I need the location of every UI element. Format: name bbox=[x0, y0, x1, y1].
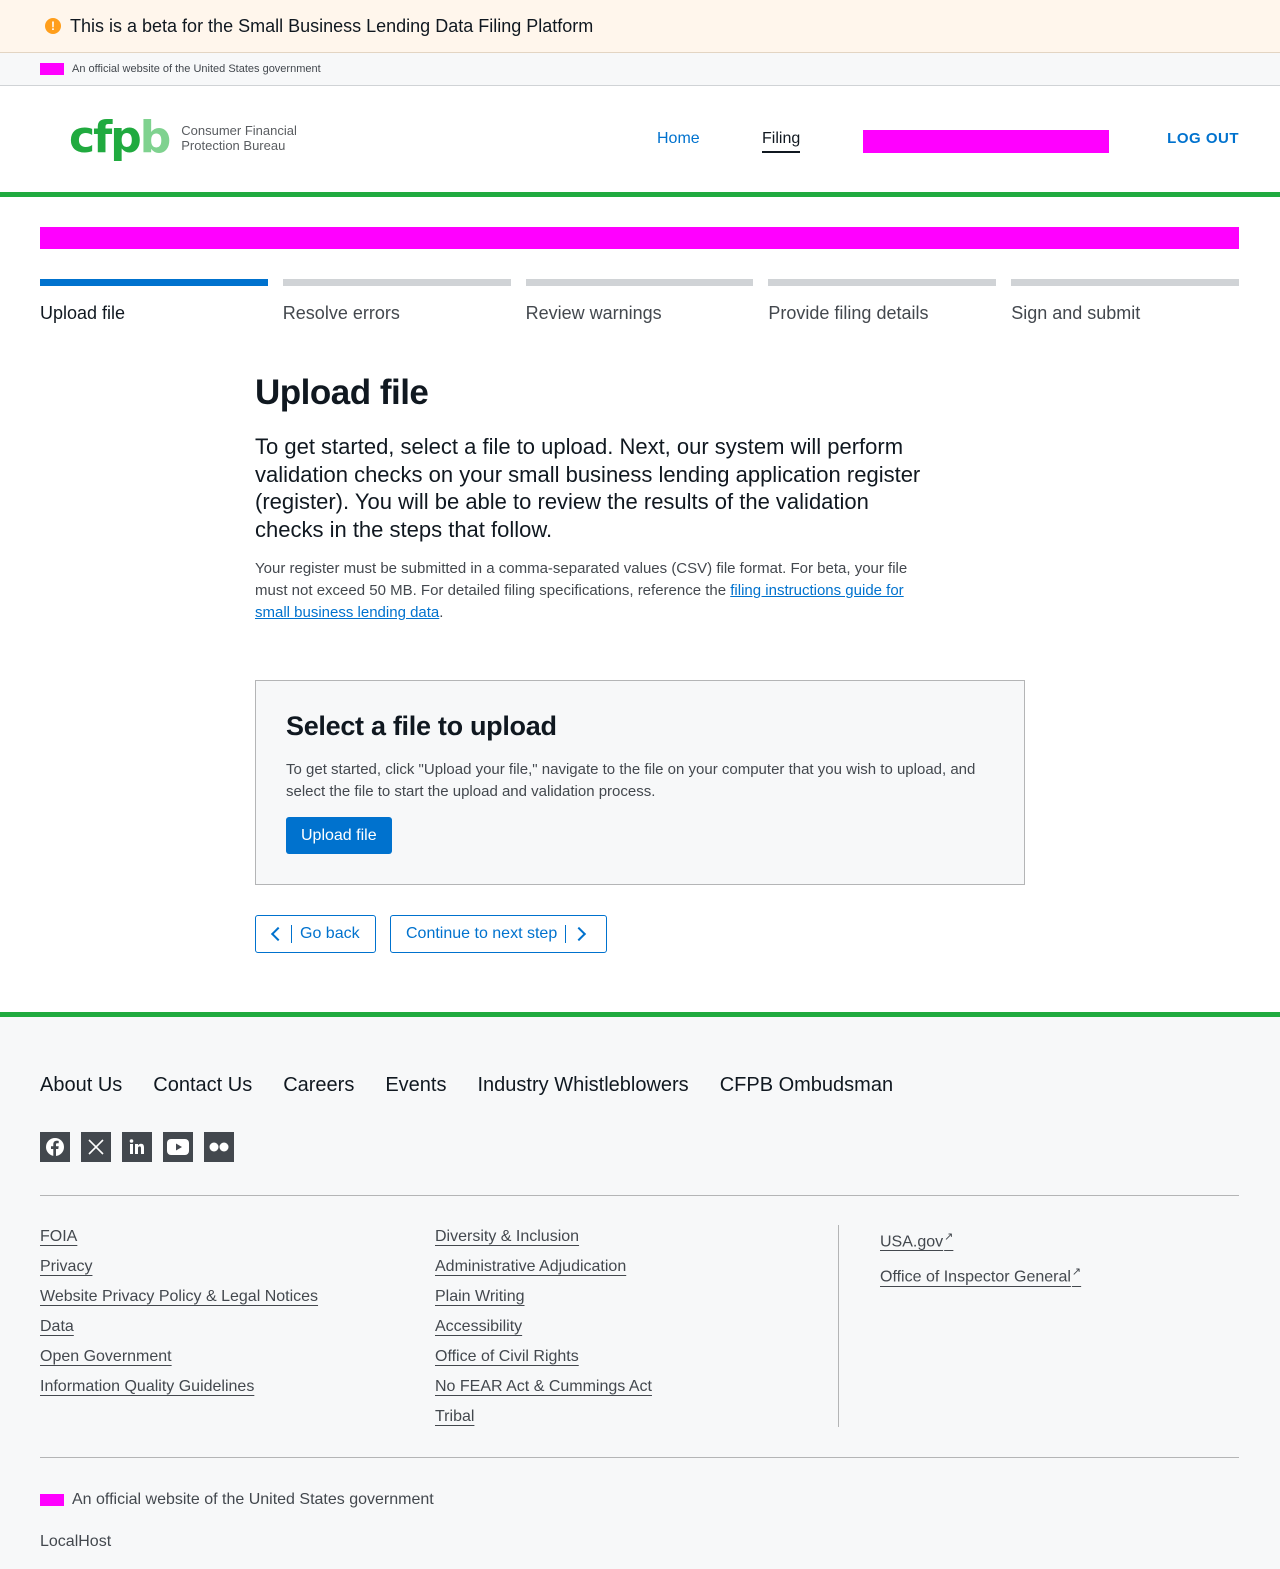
footer-link-usa-gov[interactable]: USA.gov↗ bbox=[880, 1227, 1081, 1252]
logo-letter: f bbox=[93, 112, 112, 163]
logo-letter: b bbox=[139, 112, 171, 163]
footer-official-text: An official website of the United States… bbox=[72, 1491, 434, 1508]
button-divider bbox=[291, 925, 292, 943]
external-link-icon: ↗ bbox=[1071, 1266, 1082, 1279]
step-label: Sign and submit bbox=[1011, 303, 1141, 323]
footer-link-inspector-general[interactable]: Office of Inspector General↗ bbox=[880, 1262, 1081, 1287]
go-back-button[interactable]: Go back bbox=[255, 915, 376, 953]
page-title: Upload file bbox=[255, 373, 429, 412]
step-resolve-errors: Resolve errors bbox=[282, 279, 511, 324]
logout-link[interactable]: LOG OUT bbox=[1167, 130, 1239, 147]
flickr-icon[interactable] bbox=[204, 1132, 234, 1162]
footer-nav-whistleblowers[interactable]: Industry Whistleblowers bbox=[478, 1074, 689, 1097]
footer-link-information-quality[interactable]: Information Quality Guidelines bbox=[40, 1377, 318, 1397]
step-sign-and-submit: Sign and submit bbox=[1011, 279, 1239, 324]
alert-icon: ! bbox=[45, 18, 61, 34]
footer-link-privacy[interactable]: Privacy bbox=[40, 1257, 318, 1277]
footer-link-data[interactable]: Data bbox=[40, 1317, 318, 1337]
us-flag-icon bbox=[40, 1494, 64, 1506]
step-review-warnings: Review warnings bbox=[525, 279, 754, 324]
footer-links-col2: Diversity & Inclusion Administrative Adj… bbox=[435, 1227, 652, 1427]
step-label: Review warnings bbox=[525, 303, 662, 323]
upload-well: Select a file to upload To get started, … bbox=[255, 680, 1025, 885]
footer-link-civil-rights[interactable]: Office of Civil Rights bbox=[435, 1347, 652, 1367]
usa-gov-label: USA.gov bbox=[880, 1233, 944, 1251]
footer-links-col3: USA.gov↗ Office of Inspector General↗ bbox=[880, 1227, 1081, 1288]
body-text-end: . bbox=[439, 604, 444, 621]
gov-banner: An official website of the United States… bbox=[0, 53, 1280, 86]
external-link-icon: ↗ bbox=[944, 1231, 954, 1243]
footer-nav-events[interactable]: Events bbox=[385, 1074, 446, 1097]
upload-well-title: Select a file to upload bbox=[286, 711, 557, 741]
footer-link-tribal[interactable]: Tribal bbox=[435, 1407, 652, 1427]
step-progress-bar bbox=[282, 279, 511, 286]
footer-link-no-fear-act[interactable]: No FEAR Act & Cummings Act bbox=[435, 1377, 652, 1397]
footer-link-open-government[interactable]: Open Government bbox=[40, 1347, 318, 1367]
step-label: Upload file bbox=[40, 303, 126, 323]
step-progress-bar bbox=[768, 279, 997, 286]
footer-link-privacy-policy[interactable]: Website Privacy Policy & Legal Notices bbox=[40, 1287, 318, 1307]
go-back-label: Go back bbox=[300, 925, 360, 942]
footer-nav-ombudsman[interactable]: CFPB Ombudsman bbox=[720, 1074, 893, 1097]
footer-links-col1: FOIA Privacy Website Privacy Policy & Le… bbox=[40, 1227, 318, 1397]
cfpb-logo-text: Consumer Financial Protection Bureau bbox=[181, 123, 297, 153]
step-upload-file: Upload file bbox=[40, 279, 268, 324]
logo-letter: c bbox=[69, 112, 95, 163]
footer-nav: About Us Contact Us Careers Events Indus… bbox=[40, 1074, 893, 1097]
step-progress-bar bbox=[40, 279, 268, 286]
site-footer: About Us Contact Us Careers Events Indus… bbox=[0, 1012, 1280, 1569]
redacted-institution-banner bbox=[40, 227, 1239, 249]
logo-line1: Consumer Financial bbox=[181, 123, 297, 138]
continue-next-step-button[interactable]: Continue to next step bbox=[390, 915, 607, 953]
facebook-icon[interactable] bbox=[40, 1132, 70, 1162]
beta-banner: ! This is a beta for the Small Business … bbox=[0, 0, 1280, 53]
upload-well-text: To get started, click "Upload your file,… bbox=[286, 761, 976, 800]
step-progress-bar bbox=[1011, 279, 1239, 286]
redacted-user-name bbox=[863, 130, 1109, 153]
footer-divider bbox=[40, 1195, 1239, 1196]
button-divider bbox=[565, 925, 567, 943]
footer-host-label: LocalHost bbox=[40, 1533, 112, 1550]
footer-nav-careers[interactable]: Careers bbox=[283, 1074, 354, 1097]
youtube-icon[interactable] bbox=[163, 1132, 193, 1162]
body-paragraph: Your register must be submitted in a com… bbox=[255, 558, 915, 624]
chevron-left-icon bbox=[270, 926, 286, 942]
footer-link-foia[interactable]: FOIA bbox=[40, 1227, 318, 1247]
linkedin-icon[interactable] bbox=[122, 1132, 152, 1162]
footer-official-notice: An official website of the United States… bbox=[40, 1491, 434, 1509]
logo-letter: p bbox=[110, 112, 141, 163]
site-header: cfpb Consumer Financial Protection Burea… bbox=[0, 86, 1280, 197]
beta-banner-text: This is a beta for the Small Business Le… bbox=[70, 15, 594, 36]
footer-vertical-divider bbox=[838, 1225, 839, 1427]
x-icon[interactable] bbox=[81, 1132, 111, 1162]
footer-nav-contact[interactable]: Contact Us bbox=[153, 1074, 252, 1097]
step-label: Resolve errors bbox=[282, 303, 400, 323]
step-provide-filing-details: Provide filing details bbox=[768, 279, 997, 324]
us-flag-icon bbox=[40, 63, 64, 75]
footer-link-plain-writing[interactable]: Plain Writing bbox=[435, 1287, 652, 1307]
filing-stepper: Upload file Resolve errors Review warnin… bbox=[40, 279, 1239, 324]
social-links bbox=[40, 1132, 234, 1162]
nav-filing-link[interactable]: Filing bbox=[762, 130, 801, 153]
footer-link-adjudication[interactable]: Administrative Adjudication bbox=[435, 1257, 652, 1277]
footer-divider bbox=[40, 1457, 1239, 1458]
step-progress-bar bbox=[525, 279, 754, 286]
upload-file-button[interactable]: Upload file bbox=[286, 817, 392, 854]
footer-link-diversity[interactable]: Diversity & Inclusion bbox=[435, 1227, 652, 1247]
cfpb-logo-mark: cfpb bbox=[69, 116, 171, 160]
cfpb-logo[interactable]: cfpb Consumer Financial Protection Burea… bbox=[69, 116, 297, 160]
main-content: Upload file To get started, select a fil… bbox=[255, 373, 1025, 624]
step-label: Provide filing details bbox=[768, 303, 929, 323]
lead-paragraph: To get started, select a file to upload.… bbox=[255, 434, 921, 542]
chevron-right-icon bbox=[572, 926, 587, 942]
footer-nav-about[interactable]: About Us bbox=[40, 1074, 122, 1097]
gov-banner-text: An official website of the United States… bbox=[72, 63, 321, 75]
inspector-general-label: Office of Inspector General bbox=[880, 1268, 1071, 1286]
nav-home-link[interactable]: Home bbox=[657, 130, 700, 148]
footer-link-accessibility[interactable]: Accessibility bbox=[435, 1317, 652, 1337]
logo-line2: Protection Bureau bbox=[181, 138, 286, 153]
continue-label: Continue to next step bbox=[406, 925, 558, 942]
